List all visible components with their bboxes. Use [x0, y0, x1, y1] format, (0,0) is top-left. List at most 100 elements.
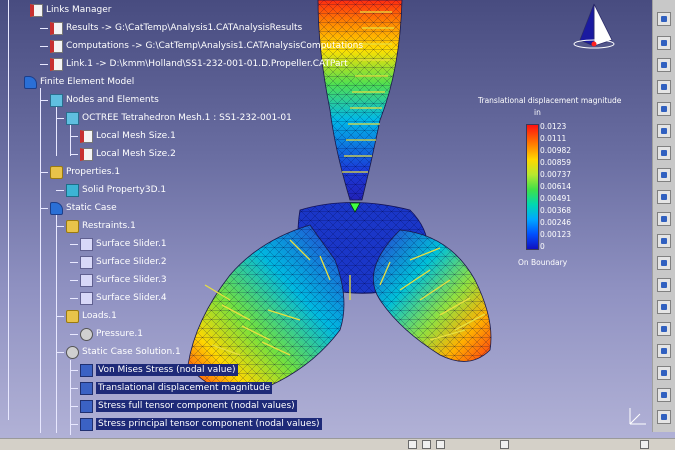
- legend-value: 0.00982: [540, 146, 572, 155]
- toolbar-button[interactable]: [657, 12, 671, 26]
- fem-model-icon: [24, 75, 37, 89]
- toolbar-button[interactable]: [657, 234, 671, 248]
- toolbar-button[interactable]: [657, 80, 671, 94]
- tree-node-label: OCTREE Tetrahedron Mesh.1 : SS1-232-001-…: [82, 113, 292, 123]
- tree-node-link-computations[interactable]: Computations -> G:\CatTemp\Analysis1.CAT…: [40, 38, 363, 54]
- toolbar-button[interactable]: [657, 190, 671, 204]
- legend-value: 0.00123: [540, 230, 572, 239]
- toolbar-button[interactable]: [657, 124, 671, 138]
- tree-node-label: Pressure.1: [96, 329, 144, 339]
- tree-node-translational[interactable]: Translational displacement magnitude: [70, 380, 273, 396]
- tree-node-stress-principal[interactable]: Stress principal tensor component (nodal…: [70, 416, 322, 432]
- tree-node-label: Loads.1: [82, 311, 117, 321]
- local-mesh-icon: [80, 147, 93, 161]
- tree-node-loads[interactable]: Loads.1: [56, 308, 117, 324]
- result-image-icon: [80, 417, 93, 431]
- status-bar: [0, 438, 675, 450]
- legend-on-boundary: On Boundary: [518, 258, 568, 267]
- result-image-icon: [80, 381, 93, 395]
- tree-node-label: Results -> G:\CatTemp\Analysis1.CATAnaly…: [66, 23, 303, 33]
- tree-node-restraints[interactable]: Restraints.1: [56, 218, 136, 234]
- solution-icon: [66, 345, 79, 359]
- result-image-icon: [80, 363, 93, 377]
- local-mesh-icon: [80, 129, 93, 143]
- status-icon[interactable]: [408, 440, 417, 449]
- tree-node-label: Link.1 -> D:\kmm\Holland\SS1-232-001-01.…: [66, 59, 348, 69]
- toolbar-button[interactable]: [657, 58, 671, 72]
- status-icon[interactable]: [422, 440, 431, 449]
- tree-node-label: Surface Slider.1: [96, 239, 167, 249]
- tree-node-pressure[interactable]: Pressure.1: [70, 326, 143, 342]
- tree-node-label: Surface Slider.4: [96, 293, 167, 303]
- toolbar-button[interactable]: [657, 344, 671, 358]
- toolbar-button[interactable]: [657, 366, 671, 380]
- tree-node-label: Local Mesh Size.2: [96, 149, 176, 159]
- tree-node-local-mesh-2[interactable]: Local Mesh Size.2: [70, 146, 176, 162]
- legend-unit: in: [534, 108, 541, 117]
- tree-node-label: Von Mises Stress (nodal value): [96, 364, 238, 376]
- tree-node-link-results[interactable]: Results -> G:\CatTemp\Analysis1.CATAnaly…: [40, 20, 302, 36]
- mesh-icon: [50, 93, 63, 107]
- tree-branch-line: [8, 0, 9, 420]
- tree-node-links-manager[interactable]: Links Manager: [30, 2, 111, 18]
- tree-node-label: Nodes and Elements: [66, 95, 159, 105]
- tree-node-label: Translational displacement magnitude: [96, 382, 273, 394]
- legend-value: 0.00737: [540, 170, 572, 179]
- tree-node-link-part[interactable]: Link.1 -> D:\kmm\Holland\SS1-232-001-01.…: [40, 56, 348, 72]
- tree-node-nodes-elements[interactable]: Nodes and Elements: [40, 92, 159, 108]
- catia-analysis-window: Links Manager Results -> G:\CatTemp\Anal…: [0, 0, 675, 450]
- status-icon[interactable]: [436, 440, 445, 449]
- compass-icon[interactable]: [570, 0, 618, 52]
- legend-value: 0.00246: [540, 218, 572, 227]
- surface-slider-icon: [80, 273, 93, 287]
- folder-icon: [66, 309, 79, 323]
- tree-node-stress-full[interactable]: Stress full tensor component (nodal valu…: [70, 398, 297, 414]
- axis-icon: [629, 408, 646, 425]
- toolbar-button[interactable]: [657, 102, 671, 116]
- toolbar-button[interactable]: [657, 212, 671, 226]
- legend-title: Translational displacement magnitude: [478, 96, 622, 105]
- solid-property-icon: [66, 183, 79, 197]
- link-icon: [50, 21, 63, 35]
- tree-node-von-mises[interactable]: Von Mises Stress (nodal value): [70, 362, 238, 378]
- toolbar-button[interactable]: [657, 388, 671, 402]
- tree-node-slider-2[interactable]: Surface Slider.2: [70, 254, 167, 270]
- toolbar-button[interactable]: [657, 300, 671, 314]
- toolbar-button[interactable]: [657, 168, 671, 182]
- tree-node-label: Static Case Solution.1: [82, 347, 181, 357]
- tree-node-solid-property[interactable]: Solid Property3D.1: [56, 182, 166, 198]
- pressure-icon: [80, 327, 93, 341]
- color-legend[interactable]: Translational displacement magnitude in …: [478, 96, 622, 276]
- tree-node-properties[interactable]: Properties.1: [40, 164, 120, 180]
- tree-node-slider-4[interactable]: Surface Slider.4: [70, 290, 167, 306]
- toolbar-button[interactable]: [657, 278, 671, 292]
- legend-value: 0.00491: [540, 194, 572, 203]
- surface-slider-icon: [80, 255, 93, 269]
- tree-node-label: Surface Slider.2: [96, 257, 167, 267]
- tree-node-label: Local Mesh Size.1: [96, 131, 176, 141]
- link-icon: [50, 39, 63, 53]
- tree-node-label: Stress full tensor component (nodal valu…: [96, 400, 297, 412]
- tree-node-slider-3[interactable]: Surface Slider.3: [70, 272, 167, 288]
- toolbar-button[interactable]: [657, 36, 671, 50]
- tree-node-octree-mesh[interactable]: OCTREE Tetrahedron Mesh.1 : SS1-232-001-…: [56, 110, 292, 126]
- toolbar-button[interactable]: [657, 256, 671, 270]
- tree-node-label: Restraints.1: [82, 221, 136, 231]
- tree-node-solution[interactable]: Static Case Solution.1: [56, 344, 181, 360]
- tree-branch-line: [40, 88, 41, 433]
- tree-node-fem[interactable]: Finite Element Model: [24, 74, 134, 90]
- right-toolbar: [652, 0, 675, 432]
- status-icon[interactable]: [640, 440, 649, 449]
- tree-node-label: Static Case: [66, 203, 117, 213]
- legend-value: 0.00368: [540, 206, 572, 215]
- toolbar-button[interactable]: [657, 322, 671, 336]
- tree-node-label: Properties.1: [66, 167, 121, 177]
- status-icon[interactable]: [500, 440, 509, 449]
- toolbar-button[interactable]: [657, 146, 671, 160]
- folder-icon: [66, 219, 79, 233]
- legend-color-bar: [526, 124, 539, 250]
- tree-node-static-case[interactable]: Static Case: [40, 200, 117, 216]
- tree-node-local-mesh-1[interactable]: Local Mesh Size.1: [70, 128, 176, 144]
- toolbar-button[interactable]: [657, 410, 671, 424]
- tree-node-slider-1[interactable]: Surface Slider.1: [70, 236, 167, 252]
